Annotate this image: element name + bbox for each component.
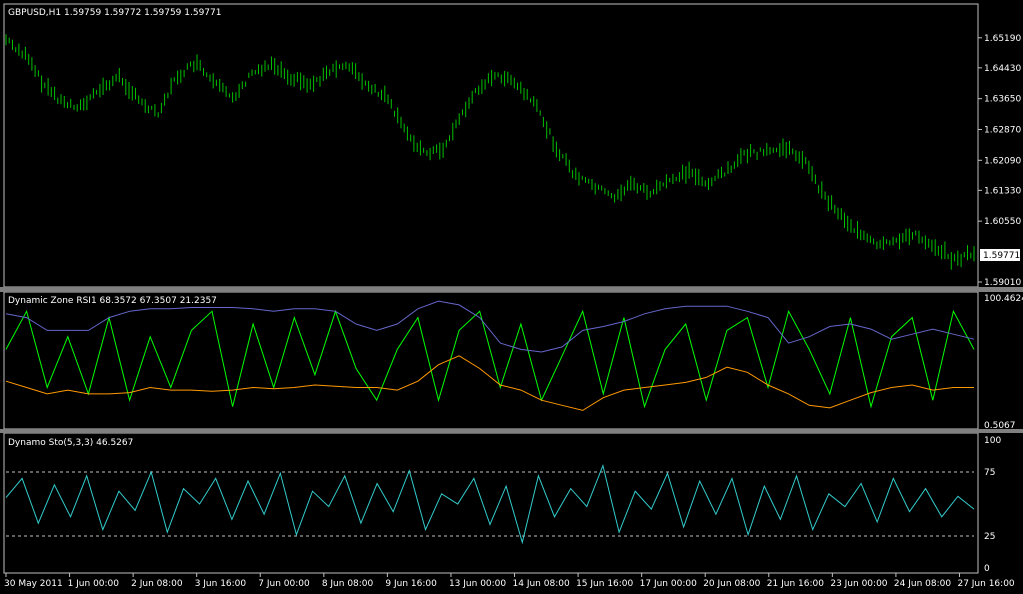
separator-2[interactable] — [0, 429, 1023, 433]
x-tick-label: 8 Jun 08:00 — [322, 579, 374, 589]
rsi-panel-frame — [3, 291, 979, 430]
x-tick-label: 21 Jun 16:00 — [767, 579, 824, 589]
x-tick-label: 1 Jun 00:00 — [68, 579, 120, 589]
y-tick-label: 1.61330 — [984, 186, 1021, 196]
x-tick-label: 7 Jun 00:00 — [258, 579, 310, 589]
x-tick-label: 3 Jun 16:00 — [195, 579, 247, 589]
rsi-panel-title: Dynamic Zone RSI1 68.3572 67.3507 21.235… — [8, 296, 217, 306]
x-tick-label: 9 Jun 16:00 — [385, 579, 437, 589]
y-tick-label: 1.60550 — [984, 217, 1021, 227]
price-panel-frame — [3, 3, 979, 288]
y-tick-label: 1.63650 — [984, 95, 1021, 105]
chart-root: GBPUSD,H1 1.59759 1.59772 1.59759 1.5977… — [0, 3, 1023, 589]
stoch-panel-frame — [3, 432, 979, 574]
y-tick-label: 1.59010 — [984, 278, 1021, 288]
price-panel-title: GBPUSD,H1 1.59759 1.59772 1.59759 1.5977… — [8, 8, 221, 18]
x-tick-label: 15 Jun 16:00 — [576, 579, 633, 589]
time-axis: 30 May 2011 1 Jun 00:00 2 Jun 08:00 3 Jun 1… — [4, 573, 1015, 589]
rsi-axis: 100.4624 0.5067 — [984, 294, 1023, 431]
y-tick-label: 1.64430 — [984, 64, 1021, 74]
y-tick-label: 1.62090 — [984, 156, 1021, 166]
x-tick-label: 13 Jun 00:00 — [449, 579, 506, 589]
stoch-panel-title: Dynamo Sto(5,3,3) 46.5267 — [8, 438, 133, 448]
y-tick-label: 1.62870 — [984, 126, 1021, 136]
x-tick-label: 2 Jun 08:00 — [131, 579, 183, 589]
y-tick-label: 0 — [984, 564, 990, 574]
stoch-axis: 100 75 25 0 — [984, 436, 1001, 574]
x-tick-label: 14 Jun 08:00 — [513, 579, 570, 589]
y-tick-label: 75 — [984, 468, 995, 478]
y-tick-label: 25 — [984, 532, 995, 542]
separator-1[interactable] — [0, 287, 1023, 292]
y-tick-label: 0.5067 — [984, 421, 1016, 431]
y-tick-label: 100 — [984, 436, 1001, 446]
x-tick-label: 20 Jun 08:00 — [703, 579, 760, 589]
x-tick-label: 27 Jun 16:00 — [957, 579, 1014, 589]
x-tick-label: 23 Jun 00:00 — [830, 579, 887, 589]
x-tick-label: 17 Jun 00:00 — [640, 579, 697, 589]
y-tick-label: 100.4624 — [984, 294, 1023, 304]
last-price-label: 1.59771 — [983, 251, 1020, 261]
y-tick-label: 1.65190 — [984, 34, 1021, 44]
x-tick-label: 30 May 2011 — [4, 579, 63, 589]
x-tick-label: 24 Jun 08:00 — [894, 579, 951, 589]
